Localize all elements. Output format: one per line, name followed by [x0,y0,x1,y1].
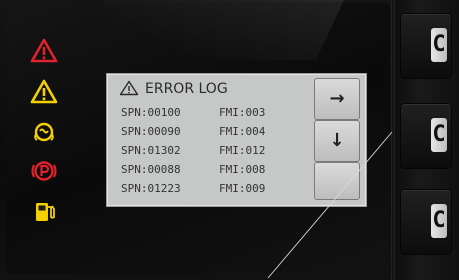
next-page-button[interactable]: → [314,78,360,120]
spn-code: SPN:01223 [121,182,181,195]
softkey-label: C [432,32,446,57]
glare-reflection [76,0,344,60]
softkey-column: C C C [395,0,459,280]
scroll-down-button[interactable]: ↓ [314,120,360,162]
error-log-row[interactable]: SPN:01302 FMI:012 [121,142,311,160]
spn-code: SPN:01302 [121,144,181,157]
down-arrow-icon: ↓ [329,130,345,151]
spn-code: SPN:00100 [121,106,181,119]
fuel-icon [36,203,55,221]
error-log-title: ERROR LOG [145,81,228,97]
right-arrow-icon: → [329,88,345,109]
blank-softkey-slot[interactable] [314,162,360,200]
warning-triangle-outline-icon [119,80,139,96]
fmi-code: FMI:003 [219,106,266,119]
red-warning-triangle-icon [30,38,58,63]
glow-plug-icon [34,122,54,142]
yellow-warning-triangle-icon [30,79,58,104]
error-log-screen: ERROR LOG SPN:00100 FMI:003 SPN:00090 FM… [106,73,367,207]
error-log-row[interactable]: SPN:00088 FMI:008 [121,161,311,179]
softkey-1[interactable]: C [401,14,451,78]
fmi-code: FMI:009 [219,182,266,195]
softkey-2[interactable]: C [401,104,451,168]
error-log-row[interactable]: SPN:00090 FMI:004 [121,123,311,141]
error-log-row[interactable]: SPN:01223 FMI:009 [121,180,311,198]
spn-code: SPN:00088 [121,163,181,176]
error-log-row[interactable]: SPN:00100 FMI:003 [121,104,311,122]
softkey-3[interactable]: C [401,190,451,254]
error-log-nav: → ↓ [314,76,360,202]
parking-brake-icon [31,161,57,181]
fmi-code: FMI:004 [219,125,266,138]
softkey-label: C [432,208,446,233]
softkey-label: C [432,122,446,147]
spn-code: SPN:00090 [121,125,181,138]
fmi-code: FMI:008 [219,163,266,176]
fmi-code: FMI:012 [219,144,266,157]
